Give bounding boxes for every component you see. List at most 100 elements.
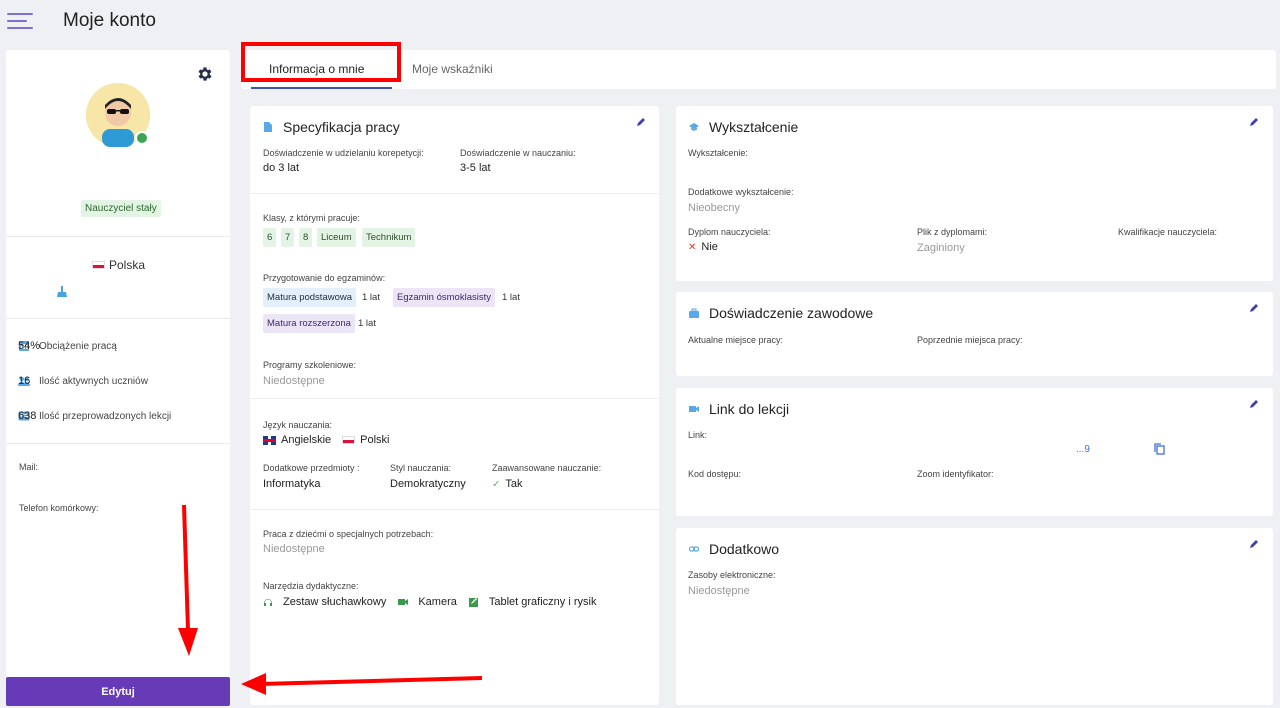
- stat-label: Obciążenie pracą: [39, 340, 117, 352]
- lesson-link-card: Link do lekcji Link: ...9 Kod dostępu: Z…: [676, 388, 1273, 516]
- link-icon: [689, 546, 699, 552]
- special-needs-label: Praca z dziećmi o specjalnych potrzebach…: [263, 529, 434, 539]
- menu-icon[interactable]: [7, 13, 33, 31]
- camera-icon: [398, 599, 409, 605]
- qualifications-label: Kwalifikacje nauczyciela:: [1118, 227, 1218, 237]
- pencil-icon[interactable]: [1249, 539, 1259, 549]
- card-title: Dodatkowo: [689, 541, 779, 557]
- exam-chip: Matura rozszerzona: [263, 314, 355, 333]
- stat-label: Ilość aktywnych uczniów: [39, 375, 148, 387]
- cleaning-icon: [57, 286, 67, 297]
- classes-label: Klasy, z którymi pracuje:: [263, 213, 360, 223]
- tool-item: Tablet graficzny i rysik: [488, 596, 597, 608]
- class-chip: Technikum: [362, 228, 416, 247]
- tool-item: Zestaw słuchawkowy: [283, 596, 387, 608]
- advanced-label: Zaawansowane nauczanie:: [492, 463, 602, 473]
- divider: [6, 443, 230, 444]
- tutoring-exp-value: do 3 lat: [263, 162, 300, 174]
- class-chip: 7: [281, 228, 295, 247]
- extra-subjects-value: Informatyka: [263, 478, 321, 490]
- profile-sidebar: Nauczyciel stały Polska Obciążenie pracą…: [6, 50, 230, 678]
- video-icon: [689, 406, 699, 412]
- link-value[interactable]: ...9: [1076, 444, 1090, 455]
- card-title: Specyfikacja pracy: [263, 119, 400, 135]
- exam-years: 1 lat: [502, 292, 520, 303]
- experience-title: Doświadczenie zawodowe: [709, 305, 874, 321]
- tab-my-indicators[interactable]: Moje wskaźniki: [412, 62, 493, 76]
- style-label: Styl nauczania:: [390, 463, 452, 473]
- stat-workload: Obciążenie pracą 54%: [18, 338, 218, 354]
- education-card: Wykształcenie Wykształcenie: Dodatkowe w…: [676, 106, 1273, 281]
- resources-value: Niedostępne: [688, 585, 750, 597]
- advanced-value: Tak: [505, 478, 523, 490]
- briefcase-icon: [689, 308, 699, 318]
- education-label: Wykształcenie:: [688, 148, 748, 158]
- diploma-file-label: Plik z dyplomami:: [917, 227, 988, 237]
- document-icon: [264, 122, 272, 132]
- exams-label: Przygotowanie do egzaminów:: [263, 273, 386, 283]
- special-needs-value: Niedostępne: [263, 543, 325, 555]
- language-item: Polski: [360, 434, 390, 446]
- experience-card: Doświadczenie zawodowe Aktualne miejsce …: [676, 292, 1273, 376]
- stat-value: 638: [18, 410, 37, 422]
- tools-list: Zestaw słuchawkowy Kamera Tablet graficz…: [263, 596, 596, 608]
- tool-item: Kamera: [418, 596, 457, 608]
- tutoring-exp-label: Doświadczenie w udzielaniu korepetycji:: [263, 148, 424, 158]
- stat-value: 16: [18, 375, 31, 387]
- tablet-icon: [468, 598, 478, 607]
- stat-value: 54%: [18, 340, 41, 352]
- active-tab-indicator: [251, 87, 392, 89]
- stat-active-students: Ilość aktywnych uczniów 16: [18, 373, 218, 389]
- phone-label: Telefon komórkowy:: [19, 503, 99, 513]
- advanced-row: ✓ Tak: [492, 478, 523, 490]
- additional-education-value: Nieobecny: [688, 202, 740, 214]
- additional-card: Dodatkowo Zasoby elektroniczne: Niedostę…: [676, 528, 1273, 705]
- tab-about-me[interactable]: Informacja o mnie: [269, 62, 364, 76]
- class-chip: 6: [263, 228, 277, 247]
- diploma-row: ✕ Nie: [688, 241, 718, 253]
- language-item: Angielskie: [281, 434, 332, 446]
- work-spec-card: Specyfikacja pracy Doświadczenie w udzie…: [250, 106, 659, 705]
- pencil-icon[interactable]: [636, 117, 646, 127]
- lesson-link-title: Link do lekcji: [709, 401, 790, 417]
- verified-badge-icon: [135, 131, 149, 145]
- exam-chip: Egzamin ósmoklasisty: [393, 288, 495, 307]
- teaching-exp-label: Doświadczenie w nauczaniu:: [460, 148, 576, 158]
- exam-chip: Matura podstawowa: [263, 288, 357, 307]
- edit-button[interactable]: Edytuj: [6, 677, 230, 706]
- diploma-file-value: Zaginiony: [917, 242, 965, 254]
- previous-workplaces-label: Poprzednie miejsca pracy:: [917, 335, 1023, 345]
- poland-flag-icon: [92, 261, 105, 269]
- style-value: Demokratyczny: [390, 478, 466, 490]
- teaching-exp-value: 3-5 lat: [460, 162, 491, 174]
- check-icon: ✓: [492, 478, 501, 490]
- diploma-label: Dyplom nauczyciela:: [688, 227, 771, 237]
- divider: [250, 193, 659, 194]
- link-label: Link:: [688, 430, 708, 440]
- role-badge: Nauczyciel stały: [81, 200, 161, 217]
- diploma-value: Nie: [701, 241, 718, 253]
- pencil-icon[interactable]: [1249, 303, 1259, 313]
- stat-label: Ilość przeprowadzonych lekcji: [39, 410, 172, 422]
- divider: [6, 236, 230, 237]
- page-title: Moje konto: [63, 10, 156, 31]
- country-label: Polska: [109, 258, 146, 272]
- card-title: Doświadczenie zawodowe: [689, 305, 873, 321]
- cross-icon: ✕: [688, 241, 697, 253]
- pencil-icon[interactable]: [1249, 399, 1259, 409]
- pencil-icon[interactable]: [1249, 117, 1259, 127]
- card-title: Link do lekcji: [689, 401, 789, 417]
- country: Polska: [92, 258, 145, 272]
- graduation-cap-icon: [689, 123, 699, 131]
- top-bar: Moje konto: [0, 0, 1280, 44]
- copy-icon[interactable]: [1154, 443, 1165, 455]
- exam-years: 1 lat: [358, 318, 376, 329]
- zoom-id-label: Zoom identyfikator:: [917, 469, 994, 479]
- gear-icon[interactable]: [196, 65, 214, 83]
- stat-lessons: Ilość przeprowadzonych lekcji 638: [18, 408, 218, 424]
- current-workplace-label: Aktualne miejsce pracy:: [688, 335, 784, 345]
- mail-label: Mail:: [19, 462, 39, 472]
- tab-bar: Informacja o mnie Moje wskaźniki: [241, 50, 1276, 89]
- divider: [250, 509, 659, 510]
- uk-flag-icon: [263, 435, 276, 445]
